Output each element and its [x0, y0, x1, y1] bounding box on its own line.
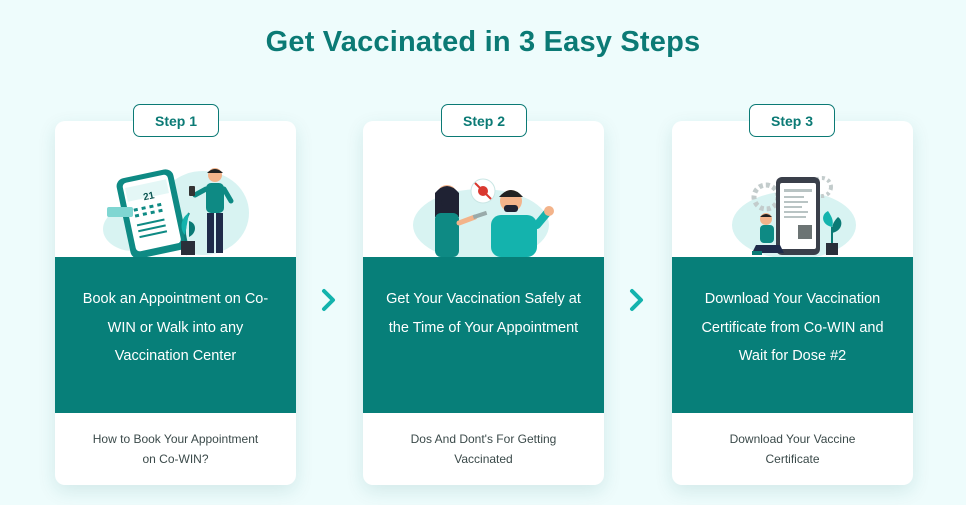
vaccination-steps-section: Get Vaccinated in 3 Easy Steps Step 1 21 — [0, 0, 966, 505]
step-1-badge: Step 1 — [133, 104, 219, 137]
step-3-link[interactable]: Download Your Vaccine Certificate — [672, 413, 913, 485]
certificate-illustration-icon — [672, 121, 913, 257]
chevron-right-icon — [630, 289, 643, 311]
step-3-badge: Step 3 — [749, 104, 835, 137]
step-2-description: Get Your Vaccination Safely at the Time … — [363, 257, 604, 413]
vaccination-illustration-icon — [363, 121, 604, 257]
step-2-link[interactable]: Dos And Dont's For Getting Vaccinated — [363, 413, 604, 485]
step-1-link[interactable]: How to Book Your Appointment on Co-WIN? — [55, 413, 296, 485]
booking-illustration-icon: 21 — [55, 121, 296, 257]
chevron-right-icon — [322, 289, 335, 311]
step-1-description: Book an Appointment on Co-WIN or Walk in… — [55, 257, 296, 413]
step-2-card: Get Your Vaccination Safely at the Time … — [363, 121, 604, 485]
step-3-card: Download Your Vaccination Certificate fr… — [672, 121, 913, 485]
step-1-card: 21 Book an Appointment on Co-WIN or Walk… — [55, 121, 296, 485]
page-title: Get Vaccinated in 3 Easy Steps — [265, 26, 701, 58]
step-2-badge: Step 2 — [441, 104, 527, 137]
step-3-description: Download Your Vaccination Certificate fr… — [672, 257, 913, 413]
